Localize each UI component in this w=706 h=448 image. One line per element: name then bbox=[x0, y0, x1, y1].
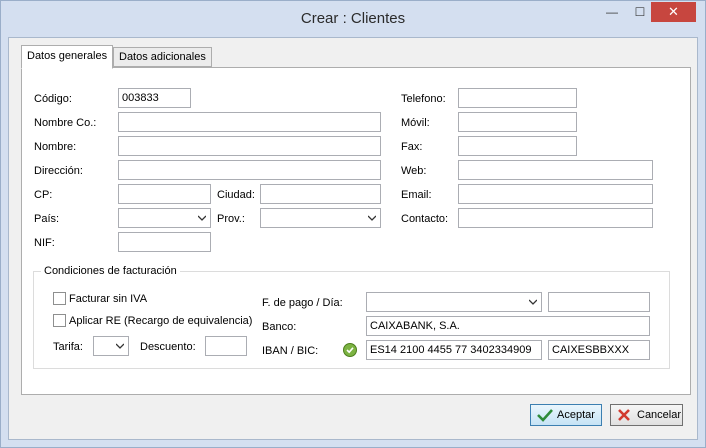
forma-pago-label: F. de pago / Día: bbox=[262, 297, 343, 309]
tab-datos-adicionales[interactable]: Datos adicionales bbox=[113, 47, 212, 67]
prov-label: Prov.: bbox=[217, 213, 245, 225]
ciudad-label: Ciudad: bbox=[217, 189, 255, 201]
telefono-label: Telefono: bbox=[401, 93, 446, 105]
forma-pago-select[interactable] bbox=[366, 292, 542, 312]
cancel-button[interactable]: Cancelar bbox=[610, 404, 683, 426]
tab-panel-general: Código: 003833 Nombre Co.: Nombre: Direc… bbox=[21, 67, 691, 395]
chevron-down-icon bbox=[116, 343, 124, 349]
fax-label: Fax: bbox=[401, 141, 423, 153]
direccion-label: Dirección: bbox=[34, 165, 83, 177]
chevron-down-icon bbox=[529, 299, 537, 305]
web-label: Web: bbox=[401, 165, 427, 177]
tab-datos-generales[interactable]: Datos generales bbox=[21, 45, 114, 69]
email-input[interactable] bbox=[458, 184, 653, 204]
cp-label: CP: bbox=[34, 189, 53, 201]
iban-input[interactable]: ES14 2100 4455 77 3402334909 bbox=[366, 340, 542, 360]
descuento-input[interactable] bbox=[205, 336, 247, 356]
pais-select[interactable] bbox=[118, 208, 211, 228]
cp-input[interactable] bbox=[118, 184, 211, 204]
movil-input[interactable] bbox=[458, 112, 577, 132]
contacto-label: Contacto: bbox=[401, 213, 449, 225]
banco-input[interactable]: CAIXABANK, S.A. bbox=[366, 316, 650, 336]
fax-input[interactable] bbox=[458, 136, 577, 156]
accept-button-label: Aceptar bbox=[557, 409, 595, 421]
pais-label: País: bbox=[34, 213, 60, 225]
dia-pago-input[interactable] bbox=[548, 292, 650, 312]
chevron-down-icon bbox=[198, 215, 206, 221]
nif-input[interactable] bbox=[118, 232, 211, 252]
maximize-button[interactable]: ☐ bbox=[627, 2, 653, 22]
ciudad-input[interactable] bbox=[260, 184, 381, 204]
movil-label: Móvil: bbox=[401, 117, 430, 129]
nombre-co-input[interactable] bbox=[118, 112, 381, 132]
dialog-body: Datos generales Datos adicionales Código… bbox=[8, 37, 698, 440]
accept-button[interactable]: Aceptar bbox=[530, 404, 602, 426]
minimize-button[interactable]: — bbox=[599, 2, 625, 22]
facturar-sin-iva-label[interactable]: Facturar sin IVA bbox=[69, 292, 147, 306]
iban-bic-label: IBAN / BIC: bbox=[262, 345, 319, 357]
facturar-sin-iva-checkbox[interactable] bbox=[53, 292, 66, 305]
nombre-co-label: Nombre Co.: bbox=[34, 117, 97, 129]
tarifa-select[interactable] bbox=[93, 336, 129, 356]
prov-select[interactable] bbox=[260, 208, 381, 228]
descuento-label: Descuento: bbox=[140, 341, 196, 353]
telefono-input[interactable] bbox=[458, 88, 577, 108]
check-valid-icon bbox=[343, 343, 357, 357]
nombre-input[interactable] bbox=[118, 136, 381, 156]
nombre-label: Nombre: bbox=[34, 141, 77, 153]
billing-group: Condiciones de facturación Facturar sin … bbox=[33, 264, 670, 369]
close-button[interactable]: ✕ bbox=[651, 2, 696, 22]
checkmark-icon bbox=[537, 409, 553, 422]
cross-icon bbox=[618, 409, 630, 421]
email-label: Email: bbox=[401, 189, 432, 201]
aplicar-re-label[interactable]: Aplicar RE (Recargo de equivalencia) bbox=[69, 314, 252, 328]
title-bar[interactable]: Crear : Clientes — ☐ ✕ bbox=[1, 1, 705, 37]
bic-input[interactable]: CAIXESBBXXX bbox=[548, 340, 650, 360]
cancel-button-label: Cancelar bbox=[637, 409, 682, 421]
direccion-input[interactable] bbox=[118, 160, 381, 180]
aplicar-re-checkbox[interactable] bbox=[53, 314, 66, 327]
billing-group-title: Condiciones de facturación bbox=[41, 264, 180, 278]
codigo-label: Código: bbox=[34, 93, 72, 105]
chevron-down-icon bbox=[368, 215, 376, 221]
codigo-input[interactable]: 003833 bbox=[118, 88, 191, 108]
banco-label: Banco: bbox=[262, 321, 297, 333]
nif-label: NIF: bbox=[34, 237, 55, 249]
contacto-input[interactable] bbox=[458, 208, 653, 228]
web-input[interactable] bbox=[458, 160, 653, 180]
dialog-window: Crear : Clientes — ☐ ✕ Datos generales D… bbox=[0, 0, 706, 448]
tarifa-label: Tarifa: bbox=[53, 341, 83, 353]
